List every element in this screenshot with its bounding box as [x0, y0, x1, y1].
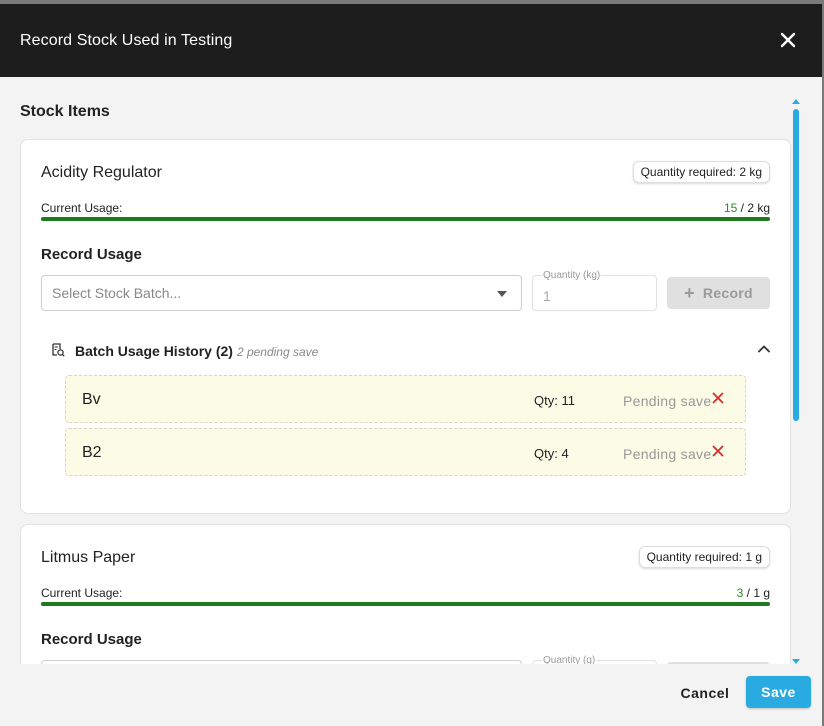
remove-batch-icon[interactable]	[711, 444, 725, 458]
dialog-footer: Cancel Save	[0, 664, 822, 726]
history-pending-note: 2 pending save	[236, 345, 319, 359]
current-usage-label: Current Usage:	[41, 586, 123, 600]
stock-batch-select[interactable]: Select Stock Batch...	[41, 275, 522, 311]
record-button-label: Record	[702, 285, 753, 301]
stock-item-card: Acidity Regulator Quantity required: 2 k…	[20, 139, 791, 514]
record-stock-dialog: Record Stock Used in Testing Stock Items…	[0, 4, 822, 726]
save-button[interactable]: Save	[746, 676, 811, 708]
scroll-up-arrow-icon[interactable]	[792, 99, 800, 104]
batch-usage-row: B2 Qty: 4 Pending save	[65, 428, 746, 476]
record-usage-title: Record Usage	[41, 631, 142, 648]
close-icon[interactable]	[776, 28, 800, 52]
history-title-text: Batch Usage History (2)	[75, 343, 233, 359]
usage-progress-bar	[41, 602, 770, 606]
quantity-input-label: Quantity (kg)	[542, 270, 602, 281]
batch-name: B2	[82, 444, 102, 461]
stock-batch-placeholder: Select Stock Batch...	[52, 285, 182, 301]
scrollbar-thumb[interactable]	[793, 109, 799, 421]
quantity-input-value: 1	[543, 288, 551, 304]
record-button[interactable]: + Record	[667, 277, 770, 309]
batch-usage-history-title: Batch Usage History (2) 2 pending save	[75, 343, 318, 359]
scrollbar[interactable]	[792, 99, 800, 664]
current-usage-label: Current Usage:	[41, 201, 123, 215]
stock-item-name: Acidity Regulator	[41, 164, 162, 181]
history-icon	[52, 343, 65, 357]
current-usage-value: 15 / 2 kg	[724, 201, 770, 215]
usage-used: 15	[723, 201, 738, 215]
remove-batch-icon[interactable]	[711, 391, 725, 405]
chevron-up-icon[interactable]	[757, 342, 771, 356]
batch-qty: Qty: 4	[534, 446, 569, 461]
usage-progress-fill	[41, 602, 770, 606]
record-usage-title: Record Usage	[41, 246, 142, 263]
quantity-required-badge: Quantity required: 2 kg	[632, 161, 770, 183]
batch-name: Bv	[82, 391, 101, 408]
section-title: Stock Items	[20, 103, 110, 120]
batch-status: Pending save	[623, 446, 712, 462]
quantity-required-badge: Quantity required: 1 g	[638, 546, 770, 568]
quantity-input-label: Quantity (g)	[542, 655, 597, 664]
batch-status: Pending save	[623, 393, 712, 409]
current-usage-value: 3 / 1 g	[737, 586, 770, 600]
usage-total: / 2 kg	[737, 201, 770, 215]
dialog-title: Record Stock Used in Testing	[20, 31, 233, 49]
cancel-button[interactable]: Cancel	[670, 677, 740, 709]
quantity-input[interactable]: Quantity (kg) 1	[532, 270, 657, 311]
batch-usage-history-header[interactable]: Batch Usage History (2) 2 pending save	[51, 338, 771, 364]
plus-icon: +	[684, 283, 695, 303]
stock-item-card: Litmus Paper Quantity required: 1 g Curr…	[20, 524, 791, 664]
batch-usage-row: Bv Qty: 11 Pending save	[65, 375, 746, 423]
dropdown-arrow-icon	[497, 291, 507, 297]
usage-progress-bar	[41, 217, 770, 221]
dialog-body: Stock Items Acidity Regulator Quantity r…	[0, 77, 822, 664]
dialog-titlebar: Record Stock Used in Testing	[0, 4, 822, 77]
batch-qty: Qty: 11	[534, 393, 575, 408]
usage-progress-fill	[41, 217, 770, 221]
stock-item-name: Litmus Paper	[41, 549, 136, 566]
usage-total: / 1 g	[743, 586, 770, 600]
